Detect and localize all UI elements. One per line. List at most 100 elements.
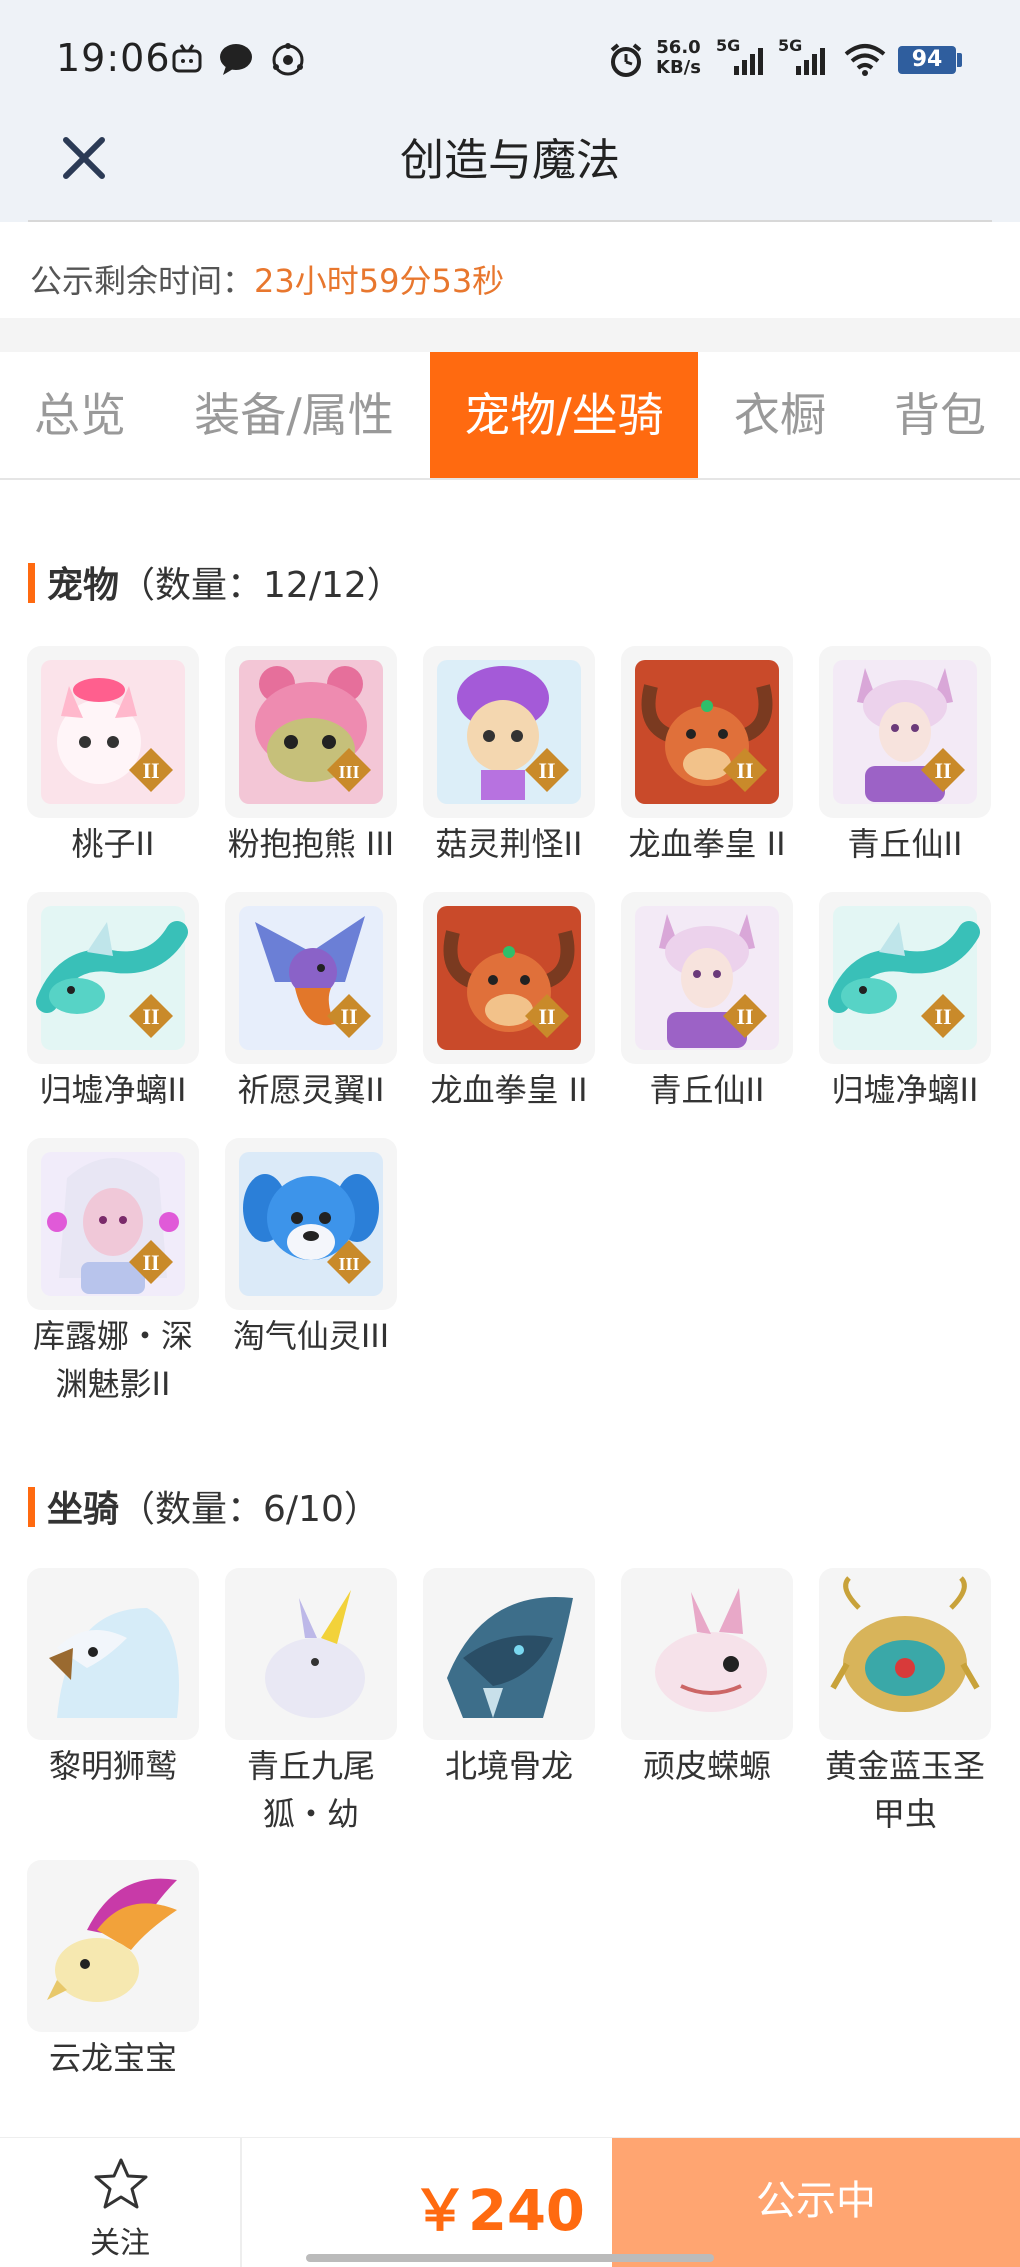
svg-text:II: II (538, 758, 555, 783)
signal-icon (732, 46, 768, 80)
pet-name: 青丘仙II (847, 825, 963, 863)
price: ￥240 (412, 2179, 585, 2244)
mount-item[interactable]: 黎明狮鹫 (27, 1568, 199, 1790)
svg-text:II: II (934, 1004, 951, 1029)
tab-pets-mounts[interactable]: 宠物/坐骑 (430, 352, 698, 478)
pets-grid: II 桃子II III 粉抱抱熊 III II 菇灵荆怪II II 龙血拳皇 I… (27, 646, 1007, 1406)
pet-thumbnail: II (27, 646, 199, 818)
pet-name: 龙血拳皇 II (628, 825, 786, 863)
mounts-grid: 黎明狮鹫 青丘九尾狐・幼 北境骨龙 顽皮蝾螈 黄金蓝玉圣甲虫 云龙宝宝 (27, 1568, 1007, 2088)
pet-name: 库露娜・深渊魅影II (32, 1317, 193, 1403)
pets-title: 宠物 (47, 565, 120, 606)
pet-name: 桃子II (71, 825, 155, 863)
mounts-count: （数量：6/10） (119, 1489, 380, 1530)
mount-thumbnail (27, 1860, 199, 2032)
svg-text:II: II (142, 1250, 159, 1275)
pet-name: 粉抱抱熊 III (227, 825, 395, 863)
pet-thumbnail: II (621, 892, 793, 1064)
svg-text:III: III (338, 762, 359, 782)
sync-icon (270, 42, 306, 82)
pet-item[interactable]: II 归墟净螭II (27, 892, 199, 1114)
pet-name: 归墟净螭II (831, 1071, 979, 1109)
chat-bubble-icon (218, 42, 254, 80)
pet-item[interactable]: II 龙血拳皇 II (621, 646, 793, 868)
star-icon (94, 2158, 148, 2209)
follow-button[interactable]: 关注 (0, 2138, 242, 2267)
mount-item[interactable]: 青丘九尾狐・幼 (225, 1568, 397, 1838)
svg-text:II: II (142, 1004, 159, 1029)
pet-thumbnail: III (225, 646, 397, 818)
alarm-icon (608, 42, 644, 82)
home-indicator[interactable] (306, 2254, 714, 2262)
mount-item[interactable]: 北境骨龙 (423, 1568, 595, 1790)
pet-name: 祈愿灵翼II (237, 1071, 385, 1109)
bottom-action-bar: 关注 ￥240 公示中 (0, 2137, 1020, 2267)
mount-item[interactable]: 顽皮蝾螈 (621, 1568, 793, 1790)
network-speed: 56.0 KB/s (656, 37, 701, 78)
svg-text:II: II (538, 1004, 555, 1029)
pet-thumbnail: II (27, 1138, 199, 1310)
pet-item[interactable]: II 库露娜・深渊魅影II (27, 1138, 199, 1408)
pet-thumbnail: II (27, 892, 199, 1064)
pet-item[interactable]: II 菇灵荆怪II (423, 646, 595, 868)
signal-2-icon (794, 46, 830, 80)
section-accent-bar (28, 1487, 35, 1527)
mount-item[interactable]: 黄金蓝玉圣甲虫 (819, 1568, 991, 1838)
pet-item[interactable]: II 祈愿灵翼II (225, 892, 397, 1114)
tab-overview[interactable]: 总览 (0, 352, 160, 478)
mount-thumbnail (423, 1568, 595, 1740)
pets-section-title: 宠物（数量：12/12） (28, 556, 403, 608)
mount-item[interactable]: 云龙宝宝 (27, 1860, 199, 2082)
page-title: 创造与魔法 (400, 135, 620, 186)
publicity-notice: 公示剩余时间：23小时59分53秒 (30, 256, 504, 302)
pet-thumbnail: II (621, 646, 793, 818)
pet-item[interactable]: II 桃子II (27, 646, 199, 868)
pet-thumbnail: II (225, 892, 397, 1064)
svg-text:II: II (934, 758, 951, 783)
section-accent-bar (28, 563, 35, 603)
svg-text:III: III (338, 1254, 359, 1274)
pet-name: 归墟净螭II (39, 1071, 187, 1109)
tab-backpack[interactable]: 背包 (868, 352, 1012, 478)
pet-item[interactable]: II 归墟净螭II (819, 892, 991, 1114)
pet-item[interactable]: II 青丘仙II (621, 892, 793, 1114)
tab-equipment[interactable]: 装备/属性 (176, 352, 412, 478)
mount-thumbnail (819, 1568, 991, 1740)
notice-label: 公示剩余时间： (30, 262, 255, 300)
mount-thumbnail (225, 1568, 397, 1740)
section-separator (0, 318, 1020, 352)
mount-name: 青丘九尾狐・幼 (246, 1747, 375, 1833)
tv-icon (170, 42, 204, 80)
pet-thumbnail: II (423, 646, 595, 818)
mount-name: 顽皮蝾螈 (642, 1747, 771, 1785)
wifi-icon (844, 42, 886, 80)
mount-name: 北境骨龙 (444, 1747, 573, 1785)
header-divider (28, 220, 992, 222)
follow-label: 关注 (90, 2226, 150, 2261)
pet-item[interactable]: II 青丘仙II (819, 646, 991, 868)
mount-thumbnail (621, 1568, 793, 1740)
pet-item[interactable]: III 粉抱抱熊 III (225, 646, 397, 868)
mount-name: 云龙宝宝 (48, 2039, 177, 2077)
pet-item[interactable]: II 龙血拳皇 II (423, 892, 595, 1114)
pets-count: （数量：12/12） (119, 565, 403, 606)
tab-bar: 总览 装备/属性 宠物/坐骑 衣橱 背包 (0, 352, 1020, 480)
status-bar: 19:06 56.0 KB/s 5G 5G 94 (0, 0, 1020, 110)
mount-name: 黎明狮鹫 (48, 1747, 177, 1785)
pet-name: 菇灵荆怪II (435, 825, 583, 863)
pet-thumbnail: II (819, 646, 991, 818)
pet-name: 青丘仙II (649, 1071, 765, 1109)
pet-thumbnail: II (819, 892, 991, 1064)
nav-bar: 创造与魔法 (0, 110, 1020, 222)
pet-thumbnail: III (225, 1138, 397, 1310)
mounts-section-title: 坐骑（数量：6/10） (28, 1480, 380, 1532)
battery-icon: 94 (898, 46, 956, 74)
countdown-timer: 23小时59分53秒 (254, 262, 505, 300)
mount-name: 黄金蓝玉圣甲虫 (824, 1747, 985, 1833)
battery-tip (957, 53, 962, 67)
mounts-title: 坐骑 (47, 1489, 120, 1530)
pet-item[interactable]: III 淘气仙灵III (225, 1138, 397, 1360)
svg-text:II: II (736, 758, 753, 783)
tab-wardrobe[interactable]: 衣橱 (712, 352, 848, 478)
publicity-status-button[interactable]: 公示中 (612, 2138, 1020, 2267)
